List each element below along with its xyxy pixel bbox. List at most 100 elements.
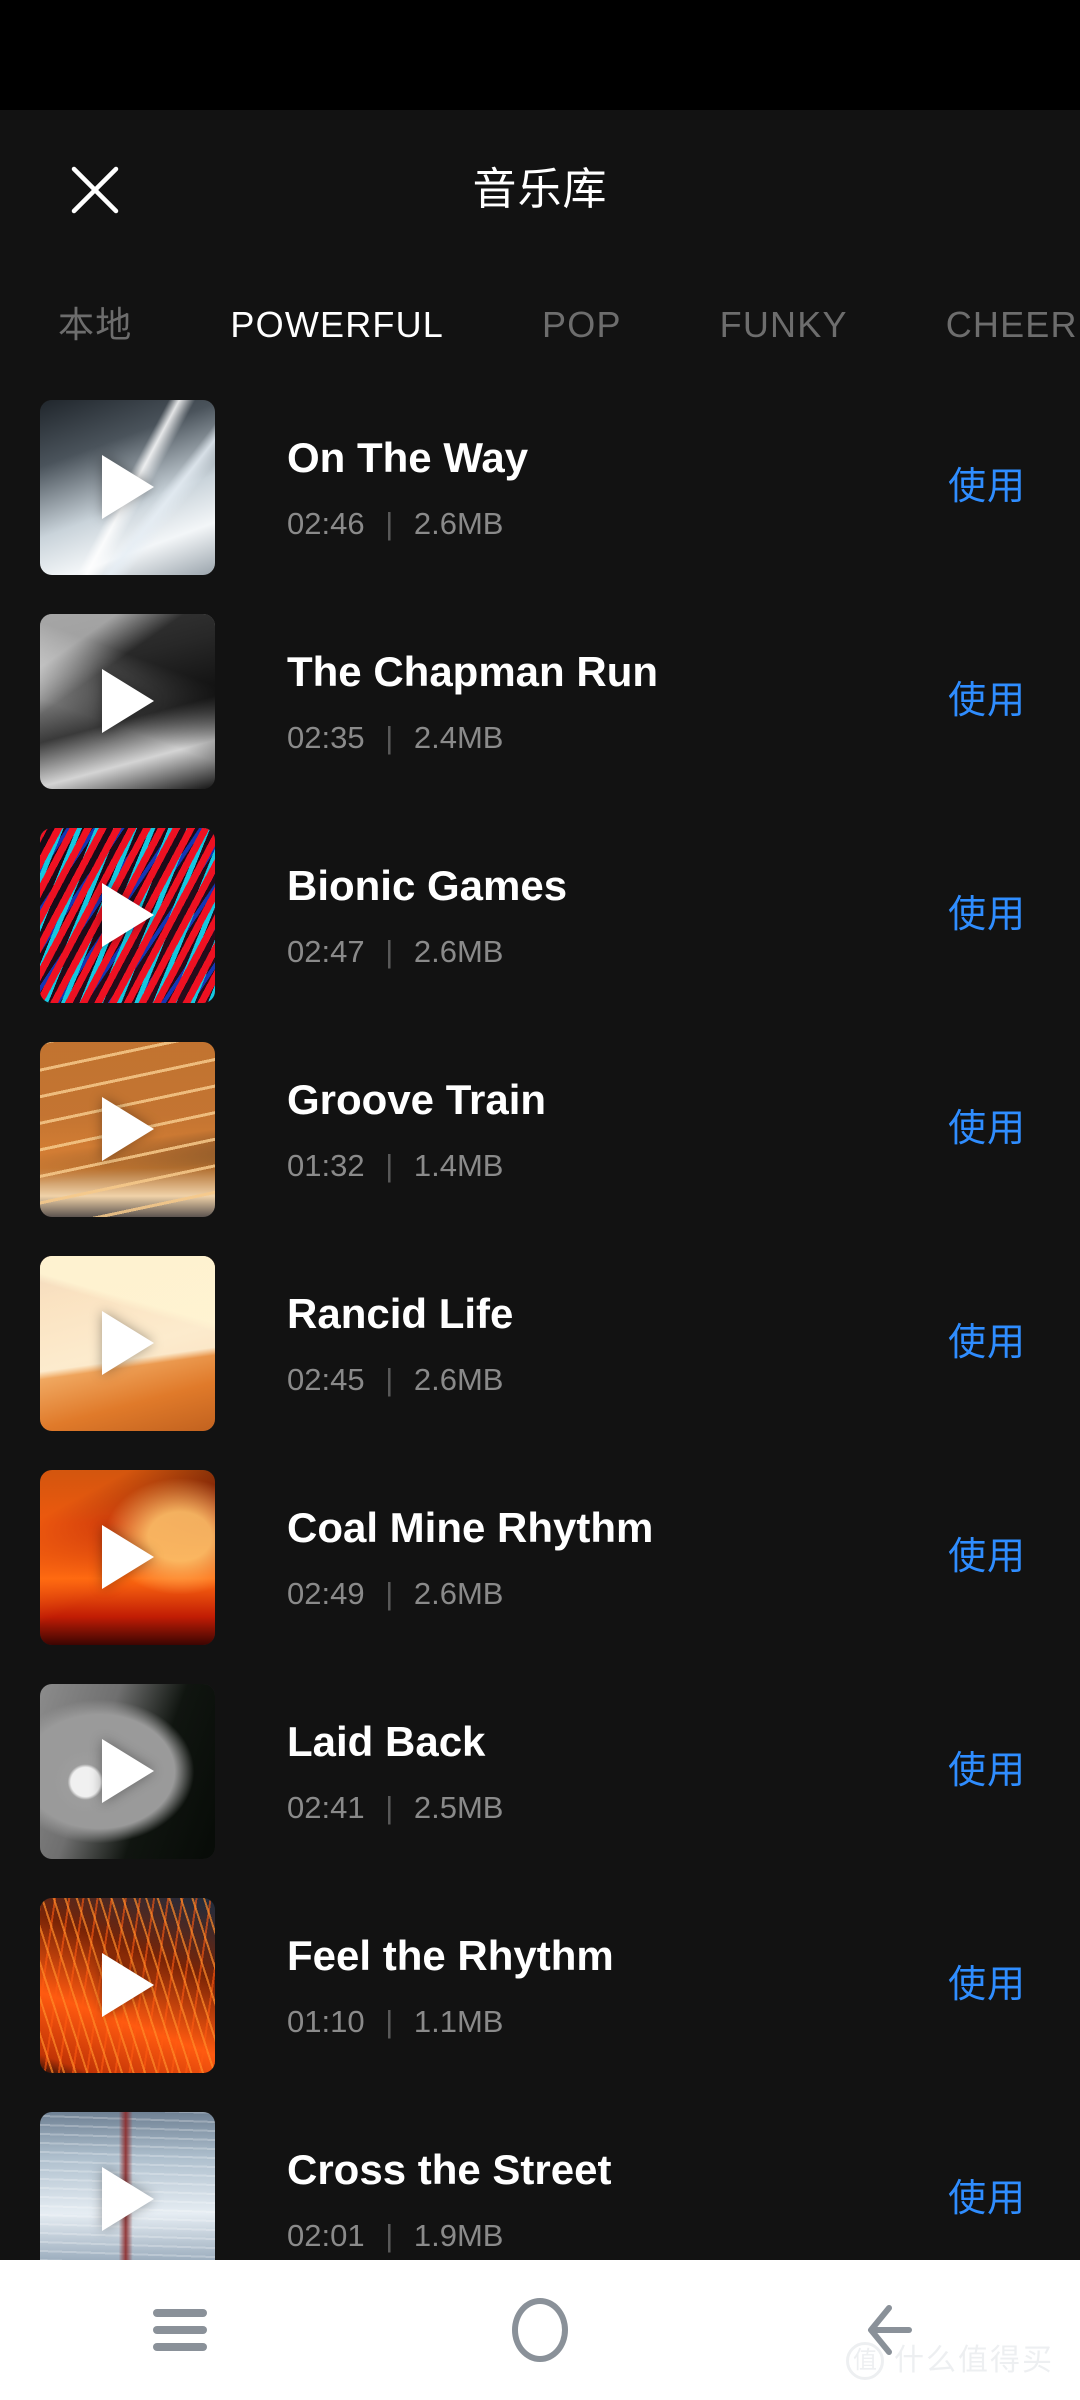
meta-separator: | (385, 1575, 394, 1611)
track-size: 2.6MB (413, 505, 504, 541)
use-button[interactable]: 使用 (944, 1094, 1030, 1164)
track-size: 1.4MB (413, 1147, 504, 1183)
use-button[interactable]: 使用 (944, 1308, 1030, 1378)
use-button[interactable]: 使用 (944, 1950, 1030, 2020)
track-subtitle: 01:32 | 1.4MB (287, 1150, 944, 1181)
track-size: 2.6MB (413, 1361, 504, 1397)
track-thumbnail[interactable] (40, 399, 215, 575)
track-row[interactable]: The Chapman Run 02:35 | 2.4MB 使用 (0, 594, 1080, 808)
use-button[interactable]: 使用 (944, 1736, 1030, 1806)
track-row[interactable]: Laid Back 02:41 | 2.5MB 使用 (0, 1664, 1080, 1878)
track-duration: 01:10 (287, 2003, 365, 2039)
track-row[interactable]: Cross the Street 02:01 | 1.9MB 使用 (0, 2092, 1080, 2260)
track-info: Feel the Rhythm 01:10 | 1.1MB (215, 1933, 944, 2036)
track-subtitle: 02:01 | 1.9MB (287, 2220, 944, 2251)
track-row[interactable]: Coal Mine Rhythm 02:49 | 2.6MB 使用 (0, 1450, 1080, 1664)
track-title: Cross the Street (287, 2147, 612, 2194)
track-duration: 02:41 (287, 1789, 365, 1825)
track-row[interactable]: Groove Train 01:32 | 1.4MB 使用 (0, 1022, 1080, 1236)
track-thumbnail[interactable] (40, 1041, 215, 1217)
track-info: Bionic Games 02:47 | 2.6MB (215, 863, 944, 966)
track-subtitle: 01:10 | 1.1MB (287, 2006, 944, 2037)
track-size: 2.6MB (413, 1575, 504, 1611)
track-duration: 02:45 (287, 1361, 365, 1397)
track-size: 1.9MB (413, 2217, 504, 2253)
use-button[interactable]: 使用 (944, 2164, 1030, 2234)
track-info: Laid Back 02:41 | 2.5MB (215, 1719, 944, 1822)
track-info: On The Way 02:46 | 2.6MB (215, 435, 944, 538)
tab-pop[interactable]: POP (542, 307, 622, 343)
circle-icon (512, 2298, 568, 2362)
track-title: Laid Back (287, 1719, 486, 1766)
track-subtitle: 02:47 | 2.6MB (287, 936, 944, 967)
track-duration: 01:32 (287, 1147, 365, 1183)
track-row[interactable]: Bionic Games 02:47 | 2.6MB 使用 (0, 808, 1080, 1022)
track-size: 1.1MB (413, 2003, 504, 2039)
track-subtitle: 02:46 | 2.6MB (287, 508, 944, 539)
track-size: 2.6MB (413, 933, 504, 969)
meta-separator: | (385, 933, 394, 969)
back-button[interactable] (720, 2260, 1080, 2400)
tab-powerful[interactable]: POWERFUL (230, 307, 444, 343)
header: 音乐库 (0, 110, 1080, 270)
tab-cheerful[interactable]: CHEERFUL (946, 307, 1080, 343)
track-thumbnail[interactable] (40, 1683, 215, 1859)
hamburger-icon (153, 2309, 207, 2351)
play-icon[interactable] (101, 455, 154, 519)
track-row[interactable]: Rancid Life 02:45 | 2.6MB 使用 (0, 1236, 1080, 1450)
track-info: Rancid Life 02:45 | 2.6MB (215, 1291, 944, 1394)
track-info: Cross the Street 02:01 | 1.9MB (215, 2147, 944, 2250)
tab-local[interactable]: 本地 (58, 307, 132, 343)
use-button[interactable]: 使用 (944, 666, 1030, 736)
track-thumbnail[interactable] (40, 1897, 215, 2073)
use-button[interactable]: 使用 (944, 1522, 1030, 1592)
home-button[interactable] (360, 2260, 720, 2400)
meta-separator: | (385, 719, 394, 755)
play-icon[interactable] (101, 669, 154, 733)
track-duration: 02:49 (287, 1575, 365, 1611)
meta-separator: | (385, 2003, 394, 2039)
track-row[interactable]: Feel the Rhythm 01:10 | 1.1MB 使用 (0, 1878, 1080, 2092)
meta-separator: | (385, 1361, 394, 1397)
track-title: Rancid Life (287, 1291, 514, 1338)
play-icon[interactable] (101, 883, 154, 947)
track-info: Groove Train 01:32 | 1.4MB (215, 1077, 944, 1180)
track-title: On The Way (287, 435, 529, 482)
meta-separator: | (385, 1147, 394, 1183)
use-button[interactable]: 使用 (944, 452, 1030, 522)
category-tab-bar[interactable]: 本地 POWERFUL POP FUNKY CHEERFUL (0, 270, 1080, 380)
play-icon[interactable] (101, 1953, 154, 2017)
page-title: 音乐库 (472, 165, 608, 214)
track-size: 2.5MB (413, 1789, 504, 1825)
recents-button[interactable] (0, 2260, 360, 2400)
tab-funky[interactable]: FUNKY (720, 307, 848, 343)
track-thumbnail[interactable] (40, 827, 215, 1003)
track-size: 2.4MB (413, 719, 504, 755)
track-info: Coal Mine Rhythm 02:49 | 2.6MB (215, 1505, 944, 1608)
play-icon[interactable] (101, 2167, 154, 2231)
use-button[interactable]: 使用 (944, 880, 1030, 950)
play-icon[interactable] (101, 1525, 154, 1589)
track-row[interactable]: On The Way 02:46 | 2.6MB 使用 (0, 380, 1080, 594)
track-duration: 02:47 (287, 933, 365, 969)
meta-separator: | (385, 2217, 394, 2253)
track-thumbnail[interactable] (40, 1469, 215, 1645)
track-duration: 02:01 (287, 2217, 365, 2253)
track-title: Groove Train (287, 1077, 547, 1124)
track-subtitle: 02:49 | 2.6MB (287, 1578, 944, 1609)
meta-separator: | (385, 1789, 394, 1825)
track-title: The Chapman Run (287, 649, 659, 696)
meta-separator: | (385, 505, 394, 541)
track-thumbnail[interactable] (40, 1255, 215, 1431)
status-bar (0, 0, 1080, 110)
back-arrow-icon (868, 2305, 912, 2355)
play-icon[interactable] (101, 1097, 154, 1161)
track-thumbnail[interactable] (40, 613, 215, 789)
system-navigation-bar: 值 什么值得买 (0, 2260, 1080, 2400)
play-icon[interactable] (101, 1739, 154, 1803)
track-list[interactable]: On The Way 02:46 | 2.6MB 使用 The Chapman … (0, 380, 1080, 2260)
play-icon[interactable] (101, 1311, 154, 1375)
track-subtitle: 02:35 | 2.4MB (287, 722, 944, 753)
track-title: Bionic Games (287, 863, 568, 910)
track-thumbnail[interactable] (40, 2111, 215, 2260)
